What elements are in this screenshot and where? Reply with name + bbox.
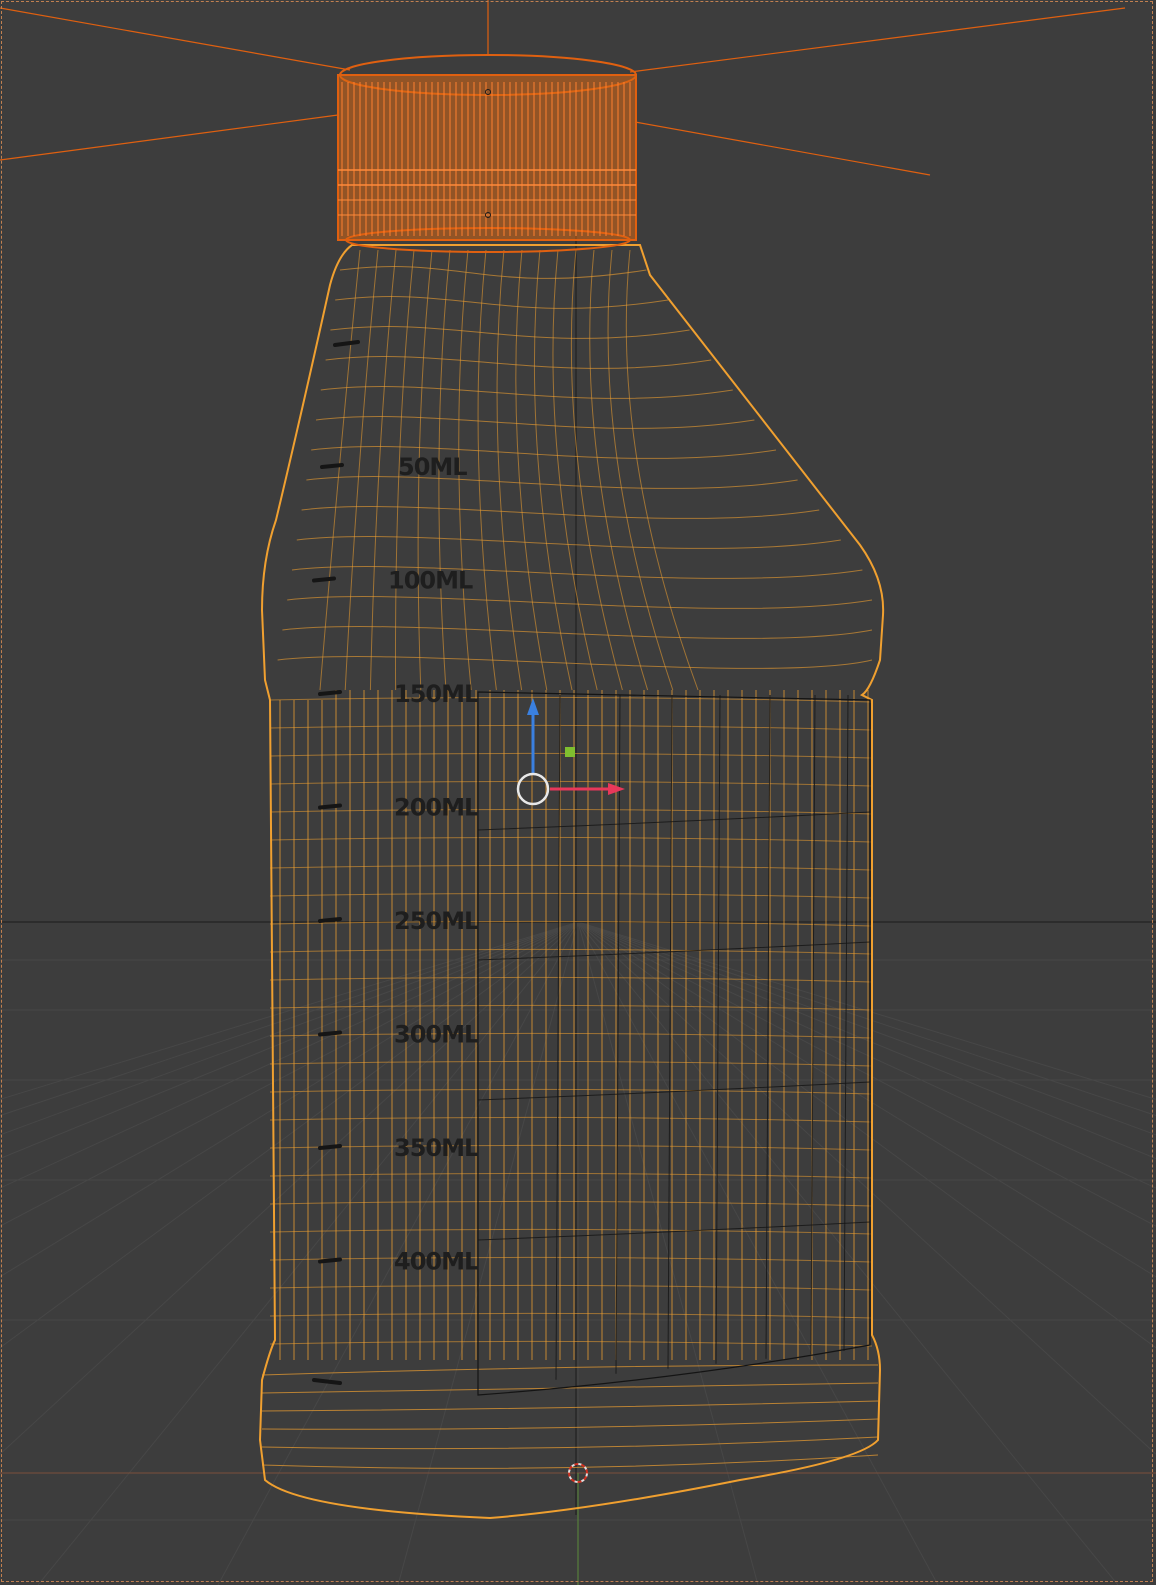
z-axis-arrowhead[interactable] <box>527 698 539 715</box>
graduation-label: 150ML <box>394 680 479 708</box>
graduation-labels: 50ML 100ML 150ML 200ML 250ML 300ML 350ML 400ML <box>312 340 480 1385</box>
graduation-label: 100ML <box>388 567 473 595</box>
bottle-wire-lines <box>261 249 879 1469</box>
graduation-label: 200ML <box>394 794 479 822</box>
bottle-cap-icon[interactable] <box>337 54 637 253</box>
move-gizmo-center-icon[interactable] <box>516 772 550 806</box>
graduation-tick <box>318 690 342 696</box>
graduation-tick <box>318 1257 342 1264</box>
bottle-mesh[interactable]: 50ML 100ML 150ML 200ML 250ML 300ML 350ML 400ML <box>258 54 885 1520</box>
graduation-tick <box>318 917 342 923</box>
3d-viewport[interactable]: 50ML 100ML 150ML 200ML 250ML 300ML 350ML 400ML <box>0 0 1156 1585</box>
graduation-tick <box>318 1144 342 1150</box>
graduation-tick <box>333 340 360 347</box>
graduation-tick <box>312 576 336 583</box>
graduation-tick <box>312 1378 342 1385</box>
viewport-canvas[interactable]: 50ML 100ML 150ML 200ML 250ML 300ML 350ML 400ML <box>0 0 1156 1585</box>
graduation-label: 350ML <box>394 1134 479 1162</box>
graduation-label: 300ML <box>394 1021 479 1049</box>
graduation-tick <box>318 1030 342 1037</box>
bottle-body-outline <box>258 244 885 1520</box>
transform-gizmo[interactable] <box>516 698 625 806</box>
graduation-label: 50ML <box>398 453 467 481</box>
graduation-label: 400ML <box>394 1248 479 1276</box>
plane-handle-icon[interactable] <box>565 747 575 757</box>
graduation-tick <box>320 463 344 469</box>
graduation-label: 250ML <box>394 907 479 935</box>
graduation-tick <box>318 803 342 810</box>
